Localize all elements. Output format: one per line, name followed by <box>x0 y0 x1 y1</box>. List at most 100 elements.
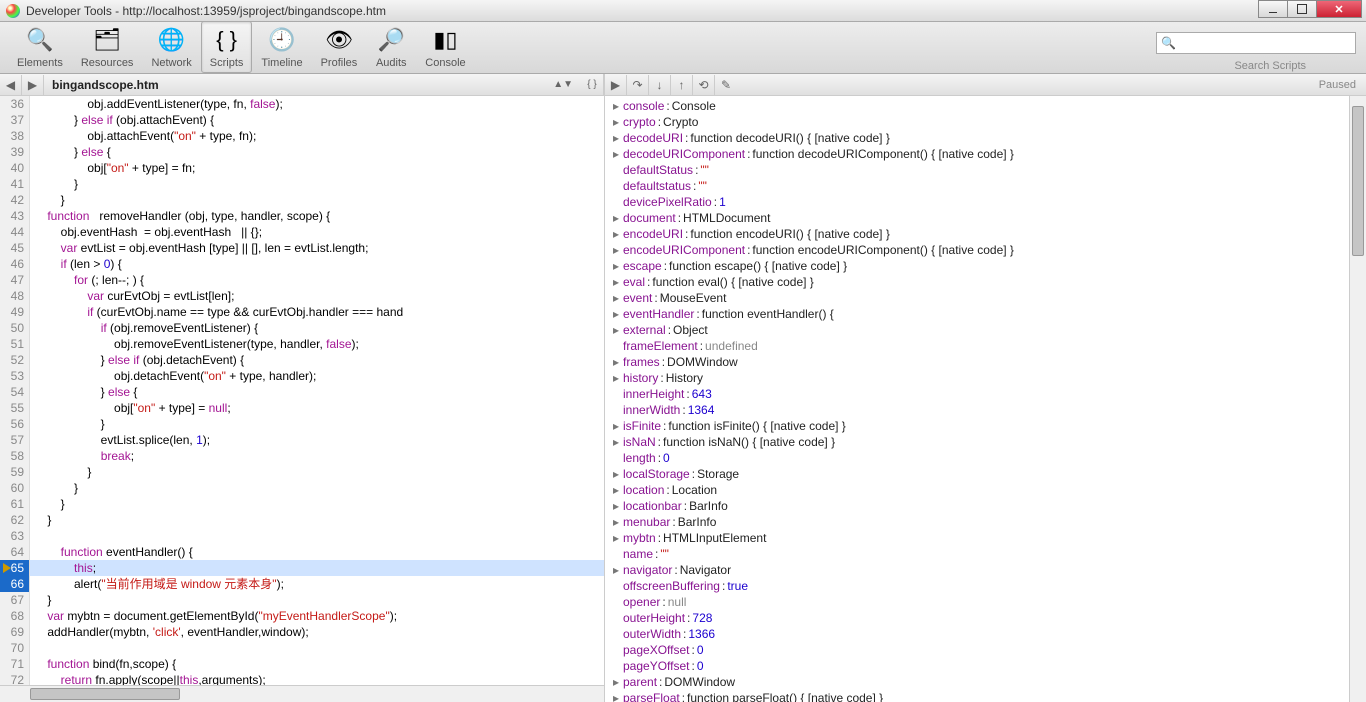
scope-property[interactable]: devicePixelRatio: 1 <box>609 194 1362 210</box>
tab-network[interactable]: 🌐Network <box>142 21 200 73</box>
tab-profiles[interactable]: 👁Profiles <box>312 21 367 73</box>
line-number[interactable]: 70 <box>0 640 30 656</box>
disclosure-triangle-icon[interactable]: ▸ <box>609 466 623 482</box>
line-number[interactable]: 57 <box>0 432 30 448</box>
vertical-scrollbar[interactable] <box>1349 96 1366 702</box>
disclosure-triangle-icon[interactable]: ▸ <box>609 690 623 702</box>
scope-property[interactable]: innerHeight: 643 <box>609 386 1362 402</box>
scope-property[interactable]: ▸frames: DOMWindow <box>609 354 1362 370</box>
line-number[interactable]: 58 <box>0 448 30 464</box>
line-number[interactable]: 60 <box>0 480 30 496</box>
step-out-button[interactable]: ↑ <box>671 75 693 95</box>
scope-property[interactable]: ▸document: HTMLDocument <box>609 210 1362 226</box>
line-number[interactable]: 37 <box>0 112 30 128</box>
scope-property[interactable]: ▸isNaN: function isNaN() { [native code]… <box>609 434 1362 450</box>
code-line[interactable]: 62 } <box>0 512 604 528</box>
disclosure-triangle-icon[interactable]: ▸ <box>609 226 623 242</box>
disclosure-triangle-icon[interactable]: ▸ <box>609 418 623 434</box>
code-line[interactable]: 67 } <box>0 592 604 608</box>
code-line[interactable]: 42 } <box>0 192 604 208</box>
disclosure-triangle-icon[interactable]: ▸ <box>609 322 623 338</box>
disclosure-triangle-icon[interactable]: ▸ <box>609 98 623 114</box>
code-line[interactable]: 71 function bind(fn,scope) { <box>0 656 604 672</box>
step-over-button[interactable]: ↷ <box>627 75 649 95</box>
scope-property[interactable]: ▸history: History <box>609 370 1362 386</box>
file-selector[interactable]: bingandscope.htm ▲▼ <box>44 78 581 92</box>
line-number[interactable]: 51 <box>0 336 30 352</box>
tab-timeline[interactable]: 🕘Timeline <box>252 21 311 73</box>
disclosure-triangle-icon[interactable]: ▸ <box>609 130 623 146</box>
scope-property[interactable]: ▸location: Location <box>609 482 1362 498</box>
disclosure-triangle-icon[interactable]: ▸ <box>609 434 623 450</box>
line-number[interactable]: 49 <box>0 304 30 320</box>
disclosure-triangle-icon[interactable]: ▸ <box>609 242 623 258</box>
line-number[interactable]: 54 <box>0 384 30 400</box>
disclosure-triangle-icon[interactable]: ▸ <box>609 530 623 546</box>
tab-audits[interactable]: 🔎Audits <box>366 21 416 73</box>
scope-property[interactable]: pageYOffset: 0 <box>609 658 1362 674</box>
disclosure-triangle-icon[interactable]: ▸ <box>609 290 623 306</box>
line-number[interactable]: 71 <box>0 656 30 672</box>
tab-elements[interactable]: 🔍Elements <box>8 21 72 73</box>
scope-property[interactable]: name: "" <box>609 546 1362 562</box>
scope-property[interactable]: ▸isFinite: function isFinite() { [native… <box>609 418 1362 434</box>
scope-property[interactable]: ▸console: Console <box>609 98 1362 114</box>
code-line[interactable]: 56 } <box>0 416 604 432</box>
code-line[interactable]: 70 <box>0 640 604 656</box>
code-line[interactable]: 44 obj.eventHash = obj.eventHash || {}; <box>0 224 604 240</box>
scope-property[interactable]: pageXOffset: 0 <box>609 642 1362 658</box>
disclosure-triangle-icon[interactable]: ▸ <box>609 306 623 322</box>
scope-property[interactable]: ▸encodeURIComponent: function encodeURIC… <box>609 242 1362 258</box>
code-line[interactable]: 40 obj["on" + type] = fn; <box>0 160 604 176</box>
line-number[interactable]: 72 <box>0 672 30 685</box>
scope-property[interactable]: ▸external: Object <box>609 322 1362 338</box>
scope-property[interactable]: ▸locationbar: BarInfo <box>609 498 1362 514</box>
line-number[interactable]: 59 <box>0 464 30 480</box>
line-number[interactable]: 48 <box>0 288 30 304</box>
code-line[interactable]: 49 if (curEvtObj.name == type && curEvtO… <box>0 304 604 320</box>
line-number[interactable]: 63 <box>0 528 30 544</box>
code-line[interactable]: 38 obj.attachEvent("on" + type, fn); <box>0 128 604 144</box>
scope-property[interactable]: outerWidth: 1366 <box>609 626 1362 642</box>
code-line[interactable]: 65 this; <box>0 560 604 576</box>
scope-property[interactable]: opener: null <box>609 594 1362 610</box>
line-number[interactable]: 42 <box>0 192 30 208</box>
window-minimize-button[interactable] <box>1258 0 1288 18</box>
step-into-button[interactable]: ↓ <box>649 75 671 95</box>
line-number[interactable]: 36 <box>0 96 30 112</box>
line-number[interactable]: 41 <box>0 176 30 192</box>
code-line[interactable]: 51 obj.removeEventListener(type, handler… <box>0 336 604 352</box>
line-number[interactable]: 38 <box>0 128 30 144</box>
line-number[interactable]: 64 <box>0 544 30 560</box>
scope-property[interactable]: ▸localStorage: Storage <box>609 466 1362 482</box>
code-line[interactable]: 41 } <box>0 176 604 192</box>
code-line[interactable]: 43 function removeHandler (obj, type, ha… <box>0 208 604 224</box>
line-number[interactable]: 62 <box>0 512 30 528</box>
scope-property[interactable]: ▸eval: function eval() { [native code] } <box>609 274 1362 290</box>
code-line[interactable]: 66 alert("当前作用域是 window 元素本身"); <box>0 576 604 592</box>
source-editor[interactable]: 36 obj.addEventListener(type, fn, false)… <box>0 96 604 685</box>
disclosure-triangle-icon[interactable]: ▸ <box>609 114 623 130</box>
search-box[interactable]: 🔍 <box>1156 32 1356 54</box>
scope-property[interactable]: offscreenBuffering: true <box>609 578 1362 594</box>
edit-button[interactable]: ✎ <box>715 75 737 95</box>
code-line[interactable]: 36 obj.addEventListener(type, fn, false)… <box>0 96 604 112</box>
line-number[interactable]: 43 <box>0 208 30 224</box>
line-number[interactable]: 69 <box>0 624 30 640</box>
line-number[interactable]: 52 <box>0 352 30 368</box>
deactivate-breakpoints-button[interactable]: ⟲ <box>693 75 715 95</box>
tab-console[interactable]: ▮▯Console <box>416 21 474 73</box>
code-line[interactable]: 64 function eventHandler() { <box>0 544 604 560</box>
code-line[interactable]: 50 if (obj.removeEventListener) { <box>0 320 604 336</box>
disclosure-triangle-icon[interactable]: ▸ <box>609 146 623 162</box>
disclosure-triangle-icon[interactable]: ▸ <box>609 562 623 578</box>
scope-property[interactable]: outerHeight: 728 <box>609 610 1362 626</box>
line-number[interactable]: 46 <box>0 256 30 272</box>
horizontal-scrollbar[interactable] <box>0 685 604 702</box>
code-line[interactable]: 60 } <box>0 480 604 496</box>
window-maximize-button[interactable] <box>1287 0 1317 18</box>
disclosure-triangle-icon[interactable]: ▸ <box>609 514 623 530</box>
scope-property[interactable]: ▸mybtn: HTMLInputElement <box>609 530 1362 546</box>
code-line[interactable]: 48 var curEvtObj = evtList[len]; <box>0 288 604 304</box>
scope-property[interactable]: innerWidth: 1364 <box>609 402 1362 418</box>
